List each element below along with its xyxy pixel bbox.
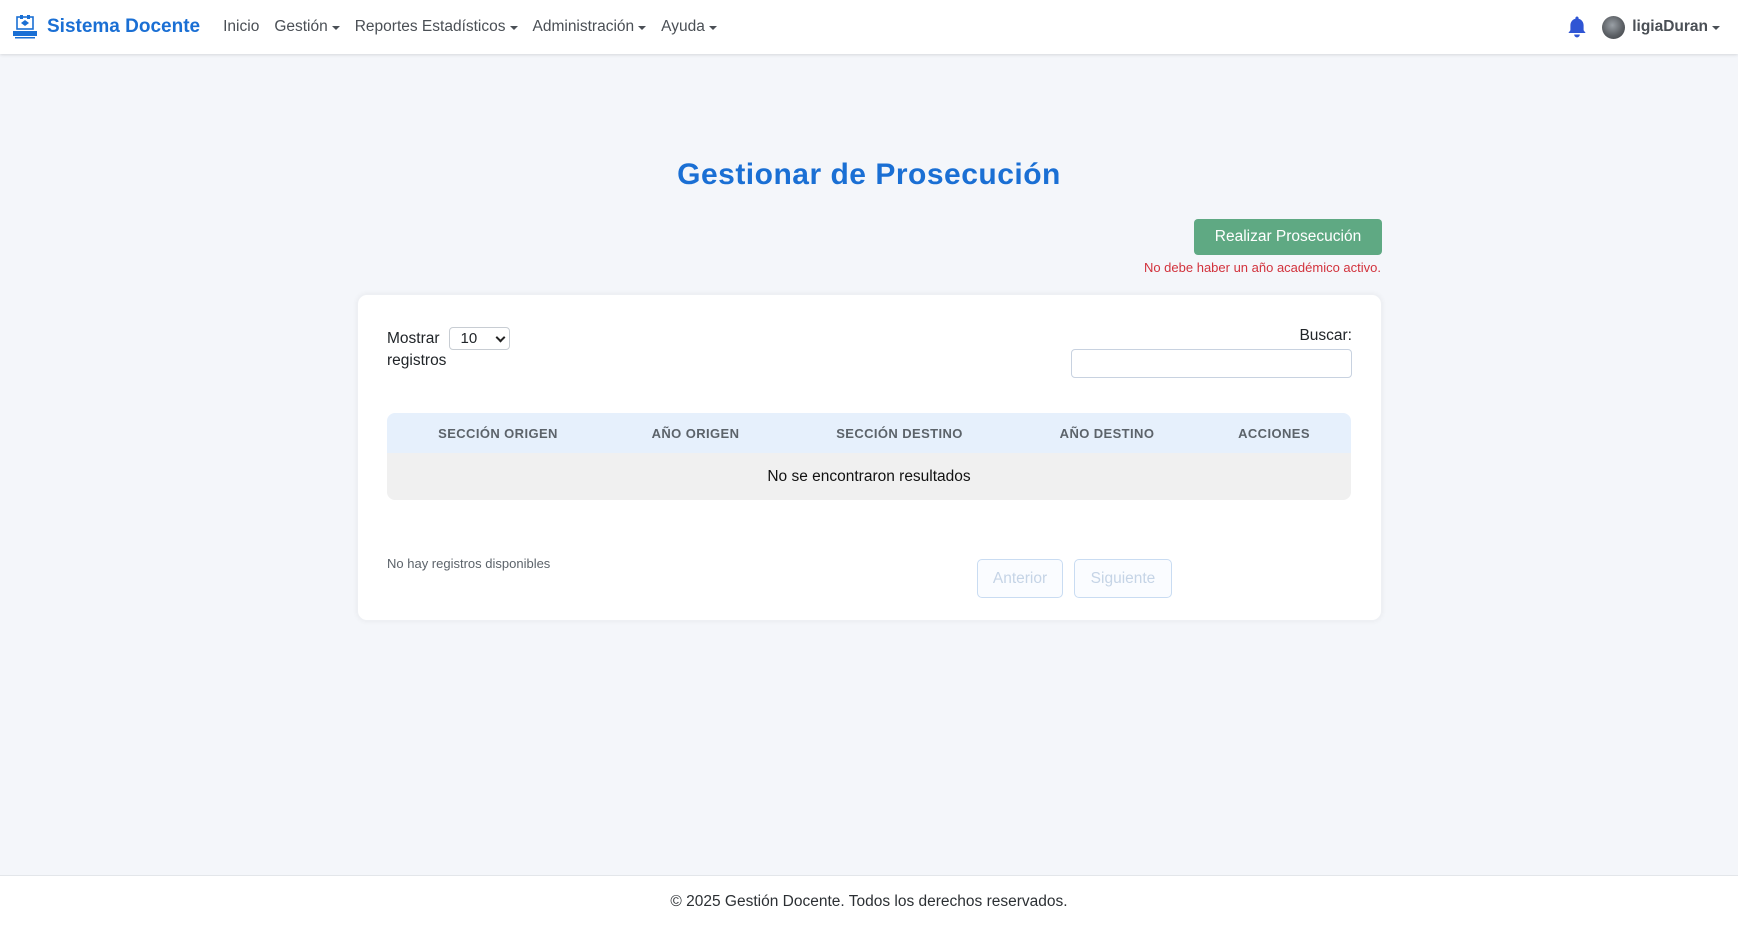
page-title: Gestionar de Prosecución [677,158,1061,191]
page-length-control: Mostrar 10 registros [387,327,510,372]
page-length-select[interactable]: 10 [448,327,510,350]
previous-page-button[interactable]: Anterior [977,559,1063,598]
nav-item-reportes[interactable]: Reportes Estadísticos [355,18,518,36]
table-header: SECCIÓN ORIGEN AÑO ORIGEN SECCIÓN DESTIN… [387,413,1351,453]
realizar-prosecucion-button[interactable]: Realizar Prosecución [1194,219,1382,255]
warning-message: No debe haber un año académico activo. [1143,260,1381,275]
brand-name: Sistema Docente [47,16,201,37]
caret-down-icon [1712,26,1720,30]
table-info: No hay registros disponibles [387,556,551,571]
column-header-ano-origen[interactable]: AÑO ORIGEN [609,426,782,441]
user-menu[interactable]: ligiaDuran [1632,18,1708,36]
nav-item-label: Administración [532,18,635,35]
column-header-seccion-destino[interactable]: SECCIÓN DESTINO [782,426,1017,441]
bell-icon[interactable] [1566,15,1588,39]
user-avatar[interactable] [1602,15,1626,39]
nav-item-label: Inicio [223,18,260,35]
search-control: Buscar: [1071,327,1352,378]
brand[interactable]: Sistema Docente [12,14,200,40]
column-header-ano-destino[interactable]: AÑO DESTINO [1017,426,1197,441]
nav-item-label: Gestión [274,18,328,35]
caret-down-icon [708,26,717,30]
search-input[interactable] [1071,349,1352,378]
nav-item-label: Ayuda [661,18,705,35]
length-prefix-label: Mostrar [387,329,440,347]
column-header-seccion-origen[interactable]: SECCIÓN ORIGEN [387,426,609,441]
page-length-value: 10 [460,329,478,347]
caret-down-icon [509,26,518,30]
empty-table-row: No se encontraron resultados [387,453,1351,500]
footer: © 2025 Gestión Docente. Todos los derech… [0,875,1738,928]
nav-item-label: Reportes Estadísticos [354,18,506,35]
column-header-acciones: ACCIONES [1238,425,1310,441]
chevron-down-icon [495,332,505,343]
nav-item-inicio[interactable]: Inicio [223,18,259,36]
search-label: Buscar: [1299,327,1352,344]
caret-down-icon [331,26,340,30]
caret-down-icon [638,26,647,30]
footer-text: © 2025 Gestión Docente. Todos los derech… [670,893,1068,910]
nav-item-gestion[interactable]: Gestión [274,18,340,36]
top-navbar: Sistema Docente Inicio Gestión Reportes … [0,0,1738,54]
main-nav: Inicio Gestión Reportes Estadísticos Adm… [223,18,732,36]
nav-item-administracion[interactable]: Administración [533,18,647,36]
next-page-button[interactable]: Siguiente [1074,559,1172,598]
results-table: SECCIÓN ORIGEN AÑO ORIGEN SECCIÓN DESTIN… [387,413,1351,500]
uptaeb-logo-icon [13,15,37,39]
nav-right: ligiaDuran [1566,0,1720,54]
length-suffix-label: registros [387,352,447,369]
data-table-card: Mostrar 10 registros Buscar: SECCIÓN ORI… [357,294,1382,621]
nav-item-ayuda[interactable]: Ayuda [661,18,717,36]
